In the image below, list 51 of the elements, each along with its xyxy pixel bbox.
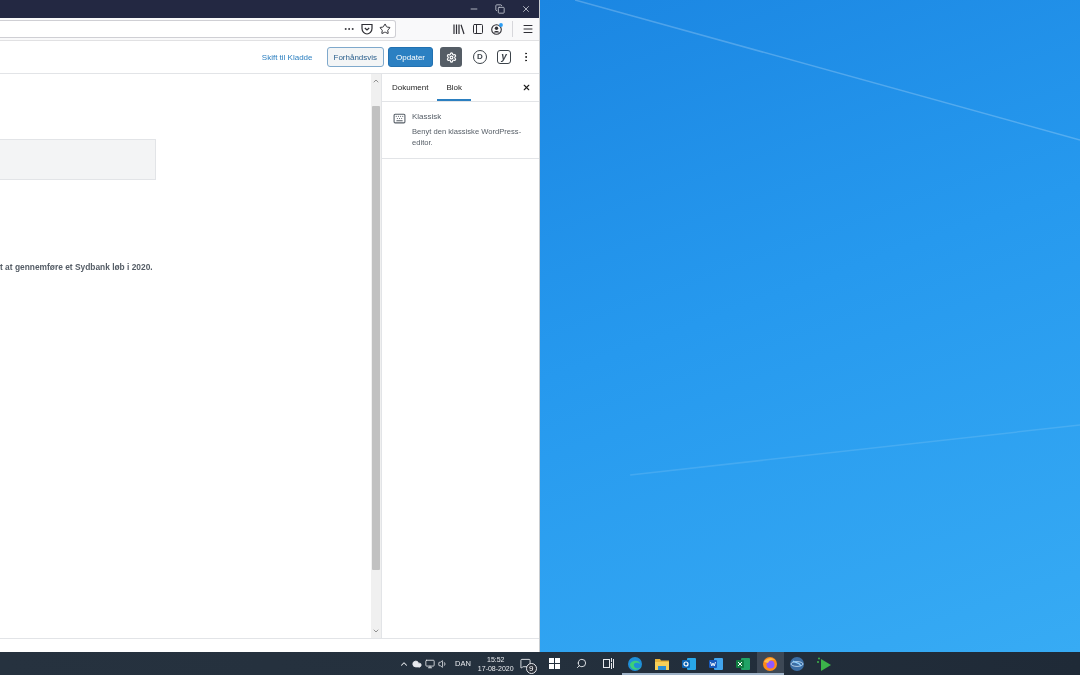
plugin-button[interactable]: D	[473, 50, 487, 64]
plugin-button[interactable]: y	[497, 50, 511, 64]
sidebar-button[interactable]	[471, 22, 485, 36]
notifications-button[interactable]: 9	[516, 652, 535, 675]
ring-app-icon	[763, 656, 778, 671]
speaker-icon	[437, 658, 448, 669]
settings-button[interactable]	[440, 47, 462, 67]
update-button[interactable]: Opdater	[388, 47, 433, 67]
scrollbar[interactable]	[371, 74, 381, 638]
shield-chevron-icon	[361, 23, 373, 35]
block-name: Klassisk	[412, 112, 443, 122]
four-squares-icon	[548, 658, 560, 669]
preview-button[interactable]: Forhåndsvis	[326, 47, 385, 67]
task-view-icon	[602, 658, 614, 669]
folder-icon	[655, 656, 670, 671]
scrollbar-thumb[interactable]	[372, 106, 380, 570]
account-button[interactable]	[490, 22, 504, 36]
address-field[interactable]	[0, 20, 396, 38]
menu-icon	[522, 23, 534, 35]
sidebar-tab[interactable]: Dokument	[383, 74, 438, 101]
save-page-button[interactable]	[360, 22, 374, 36]
taskbar-app-button[interactable]	[756, 652, 784, 675]
sidebar-icon	[472, 23, 484, 35]
chevron-down-icon[interactable]	[372, 627, 380, 635]
account-icon	[491, 23, 503, 35]
paragraph-text: t at gennemføre et Sydbank løb i 2020.	[0, 261, 154, 273]
spreadsheet-app-icon	[736, 656, 751, 671]
search-icon	[575, 658, 587, 669]
chevron-up-icon[interactable]	[372, 77, 380, 85]
notification-count-badge: 9	[525, 663, 537, 674]
restore-icon	[495, 4, 505, 14]
mail-app-icon	[682, 656, 697, 671]
keyboard-icon	[393, 112, 406, 125]
play-arrow-icon	[817, 656, 832, 671]
gear-icon	[445, 51, 457, 63]
books-icon	[453, 23, 465, 35]
switch-to-draft-link[interactable]: Skift til Kladde	[261, 52, 313, 62]
bookmark-button[interactable]	[378, 22, 392, 36]
cloud-icon	[411, 658, 422, 669]
menu-button[interactable]	[521, 22, 535, 36]
star-icon	[379, 23, 391, 35]
library-button[interactable]	[452, 22, 466, 36]
swirl-app-icon	[628, 656, 643, 671]
speech-bubble-icon	[520, 658, 532, 669]
close-icon	[521, 4, 531, 14]
globe-icon	[790, 656, 805, 671]
sidebar-tab[interactable]: Blok	[437, 74, 472, 101]
close-sidebar-button[interactable]	[521, 82, 531, 93]
document-app-icon	[709, 656, 724, 671]
close-icon	[521, 83, 531, 92]
monitor-icon	[424, 658, 435, 669]
